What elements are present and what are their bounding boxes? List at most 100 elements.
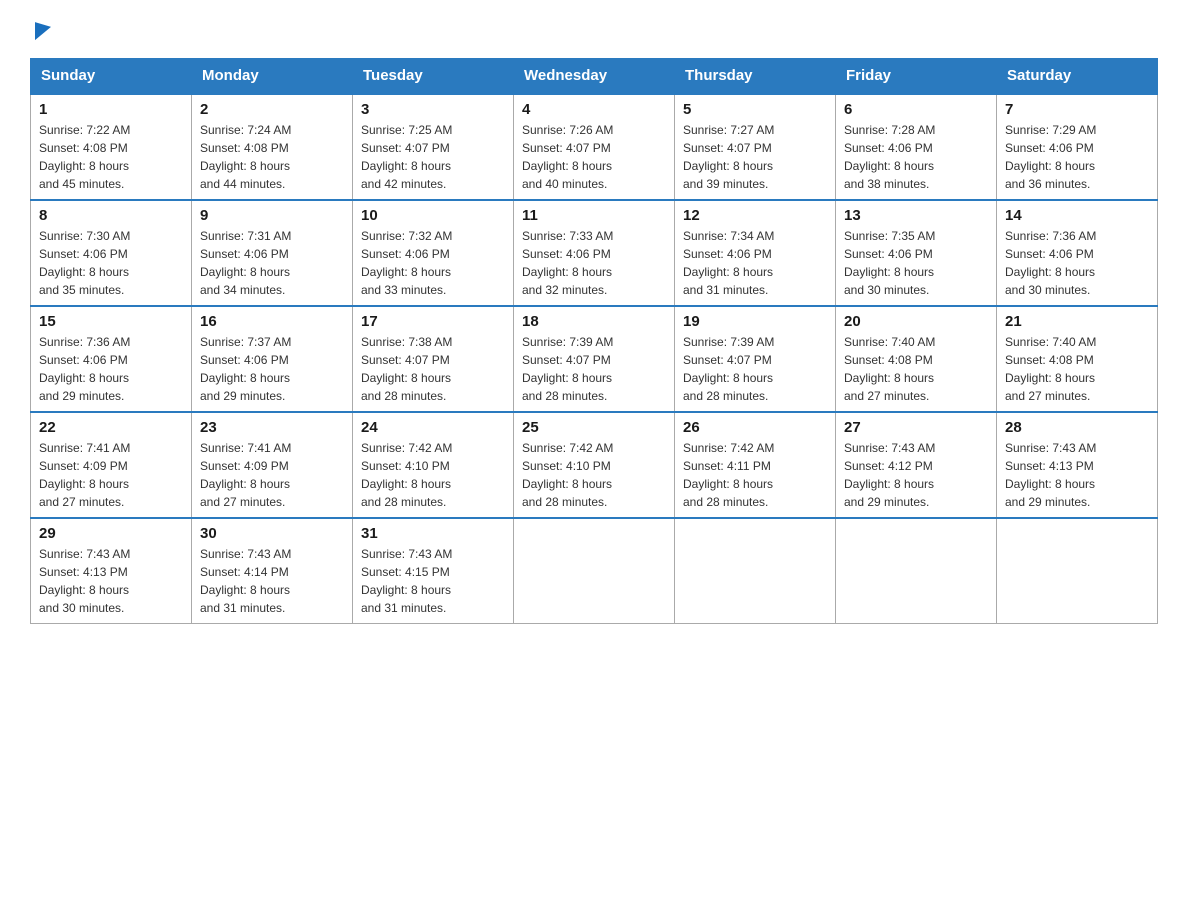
day-number: 27	[844, 419, 988, 436]
day-info: Sunrise: 7:31 AM Sunset: 4:06 PM Dayligh…	[200, 227, 344, 299]
calendar-cell: 29 Sunrise: 7:43 AM Sunset: 4:13 PM Dayl…	[31, 518, 192, 624]
calendar-cell: 20 Sunrise: 7:40 AM Sunset: 4:08 PM Dayl…	[836, 306, 997, 412]
day-info: Sunrise: 7:39 AM Sunset: 4:07 PM Dayligh…	[522, 333, 666, 405]
day-number: 21	[1005, 313, 1149, 330]
calendar-cell: 10 Sunrise: 7:32 AM Sunset: 4:06 PM Dayl…	[353, 200, 514, 306]
day-number: 9	[200, 207, 344, 224]
day-number: 20	[844, 313, 988, 330]
calendar-week-row: 29 Sunrise: 7:43 AM Sunset: 4:13 PM Dayl…	[31, 518, 1158, 624]
header-wednesday: Wednesday	[514, 59, 675, 94]
day-info: Sunrise: 7:37 AM Sunset: 4:06 PM Dayligh…	[200, 333, 344, 405]
day-number: 5	[683, 101, 827, 118]
day-number: 8	[39, 207, 183, 224]
day-info: Sunrise: 7:39 AM Sunset: 4:07 PM Dayligh…	[683, 333, 827, 405]
day-number: 4	[522, 101, 666, 118]
day-number: 16	[200, 313, 344, 330]
day-info: Sunrise: 7:43 AM Sunset: 4:13 PM Dayligh…	[39, 545, 183, 617]
day-number: 23	[200, 419, 344, 436]
day-number: 19	[683, 313, 827, 330]
day-info: Sunrise: 7:42 AM Sunset: 4:10 PM Dayligh…	[361, 439, 505, 511]
day-number: 15	[39, 313, 183, 330]
calendar-cell: 26 Sunrise: 7:42 AM Sunset: 4:11 PM Dayl…	[675, 412, 836, 518]
calendar-cell: 9 Sunrise: 7:31 AM Sunset: 4:06 PM Dayli…	[192, 200, 353, 306]
header-thursday: Thursday	[675, 59, 836, 94]
calendar-cell: 5 Sunrise: 7:27 AM Sunset: 4:07 PM Dayli…	[675, 94, 836, 201]
calendar-week-row: 8 Sunrise: 7:30 AM Sunset: 4:06 PM Dayli…	[31, 200, 1158, 306]
calendar-cell: 30 Sunrise: 7:43 AM Sunset: 4:14 PM Dayl…	[192, 518, 353, 624]
day-info: Sunrise: 7:34 AM Sunset: 4:06 PM Dayligh…	[683, 227, 827, 299]
day-number: 18	[522, 313, 666, 330]
header-monday: Monday	[192, 59, 353, 94]
day-number: 13	[844, 207, 988, 224]
day-info: Sunrise: 7:43 AM Sunset: 4:13 PM Dayligh…	[1005, 439, 1149, 511]
header-tuesday: Tuesday	[353, 59, 514, 94]
calendar-cell: 1 Sunrise: 7:22 AM Sunset: 4:08 PM Dayli…	[31, 94, 192, 201]
day-number: 6	[844, 101, 988, 118]
day-number: 29	[39, 525, 183, 542]
day-info: Sunrise: 7:27 AM Sunset: 4:07 PM Dayligh…	[683, 121, 827, 193]
calendar-cell: 2 Sunrise: 7:24 AM Sunset: 4:08 PM Dayli…	[192, 94, 353, 201]
calendar-cell: 21 Sunrise: 7:40 AM Sunset: 4:08 PM Dayl…	[997, 306, 1158, 412]
day-info: Sunrise: 7:40 AM Sunset: 4:08 PM Dayligh…	[1005, 333, 1149, 405]
day-number: 30	[200, 525, 344, 542]
day-info: Sunrise: 7:41 AM Sunset: 4:09 PM Dayligh…	[200, 439, 344, 511]
day-number: 2	[200, 101, 344, 118]
calendar-cell: 16 Sunrise: 7:37 AM Sunset: 4:06 PM Dayl…	[192, 306, 353, 412]
calendar-cell	[514, 518, 675, 624]
calendar-week-row: 1 Sunrise: 7:22 AM Sunset: 4:08 PM Dayli…	[31, 94, 1158, 201]
calendar-cell	[675, 518, 836, 624]
logo-triangle-icon	[35, 18, 51, 40]
logo-blue-text	[30, 20, 51, 38]
day-info: Sunrise: 7:33 AM Sunset: 4:06 PM Dayligh…	[522, 227, 666, 299]
calendar-cell: 3 Sunrise: 7:25 AM Sunset: 4:07 PM Dayli…	[353, 94, 514, 201]
calendar-cell: 19 Sunrise: 7:39 AM Sunset: 4:07 PM Dayl…	[675, 306, 836, 412]
header-sunday: Sunday	[31, 59, 192, 94]
day-info: Sunrise: 7:28 AM Sunset: 4:06 PM Dayligh…	[844, 121, 988, 193]
day-info: Sunrise: 7:43 AM Sunset: 4:14 PM Dayligh…	[200, 545, 344, 617]
calendar-cell: 14 Sunrise: 7:36 AM Sunset: 4:06 PM Dayl…	[997, 200, 1158, 306]
day-number: 3	[361, 101, 505, 118]
day-info: Sunrise: 7:36 AM Sunset: 4:06 PM Dayligh…	[1005, 227, 1149, 299]
day-info: Sunrise: 7:41 AM Sunset: 4:09 PM Dayligh…	[39, 439, 183, 511]
day-info: Sunrise: 7:43 AM Sunset: 4:12 PM Dayligh…	[844, 439, 988, 511]
calendar-table: SundayMondayTuesdayWednesdayThursdayFrid…	[30, 58, 1158, 624]
day-number: 26	[683, 419, 827, 436]
day-info: Sunrise: 7:42 AM Sunset: 4:10 PM Dayligh…	[522, 439, 666, 511]
day-info: Sunrise: 7:40 AM Sunset: 4:08 PM Dayligh…	[844, 333, 988, 405]
logo	[30, 20, 51, 38]
day-number: 25	[522, 419, 666, 436]
day-number: 10	[361, 207, 505, 224]
calendar-cell	[836, 518, 997, 624]
calendar-cell: 18 Sunrise: 7:39 AM Sunset: 4:07 PM Dayl…	[514, 306, 675, 412]
page-header	[30, 20, 1158, 38]
calendar-header-row: SundayMondayTuesdayWednesdayThursdayFrid…	[31, 59, 1158, 94]
calendar-cell: 12 Sunrise: 7:34 AM Sunset: 4:06 PM Dayl…	[675, 200, 836, 306]
calendar-cell: 23 Sunrise: 7:41 AM Sunset: 4:09 PM Dayl…	[192, 412, 353, 518]
day-info: Sunrise: 7:38 AM Sunset: 4:07 PM Dayligh…	[361, 333, 505, 405]
calendar-cell: 22 Sunrise: 7:41 AM Sunset: 4:09 PM Dayl…	[31, 412, 192, 518]
header-saturday: Saturday	[997, 59, 1158, 94]
day-number: 7	[1005, 101, 1149, 118]
day-info: Sunrise: 7:35 AM Sunset: 4:06 PM Dayligh…	[844, 227, 988, 299]
calendar-cell: 31 Sunrise: 7:43 AM Sunset: 4:15 PM Dayl…	[353, 518, 514, 624]
day-info: Sunrise: 7:32 AM Sunset: 4:06 PM Dayligh…	[361, 227, 505, 299]
day-info: Sunrise: 7:29 AM Sunset: 4:06 PM Dayligh…	[1005, 121, 1149, 193]
calendar-week-row: 22 Sunrise: 7:41 AM Sunset: 4:09 PM Dayl…	[31, 412, 1158, 518]
day-number: 28	[1005, 419, 1149, 436]
day-number: 11	[522, 207, 666, 224]
day-info: Sunrise: 7:22 AM Sunset: 4:08 PM Dayligh…	[39, 121, 183, 193]
calendar-cell: 17 Sunrise: 7:38 AM Sunset: 4:07 PM Dayl…	[353, 306, 514, 412]
calendar-cell: 25 Sunrise: 7:42 AM Sunset: 4:10 PM Dayl…	[514, 412, 675, 518]
calendar-cell: 27 Sunrise: 7:43 AM Sunset: 4:12 PM Dayl…	[836, 412, 997, 518]
day-number: 14	[1005, 207, 1149, 224]
day-info: Sunrise: 7:26 AM Sunset: 4:07 PM Dayligh…	[522, 121, 666, 193]
day-number: 17	[361, 313, 505, 330]
calendar-cell: 8 Sunrise: 7:30 AM Sunset: 4:06 PM Dayli…	[31, 200, 192, 306]
day-info: Sunrise: 7:24 AM Sunset: 4:08 PM Dayligh…	[200, 121, 344, 193]
day-info: Sunrise: 7:43 AM Sunset: 4:15 PM Dayligh…	[361, 545, 505, 617]
day-info: Sunrise: 7:42 AM Sunset: 4:11 PM Dayligh…	[683, 439, 827, 511]
day-number: 22	[39, 419, 183, 436]
calendar-cell: 28 Sunrise: 7:43 AM Sunset: 4:13 PM Dayl…	[997, 412, 1158, 518]
day-number: 24	[361, 419, 505, 436]
calendar-cell: 4 Sunrise: 7:26 AM Sunset: 4:07 PM Dayli…	[514, 94, 675, 201]
